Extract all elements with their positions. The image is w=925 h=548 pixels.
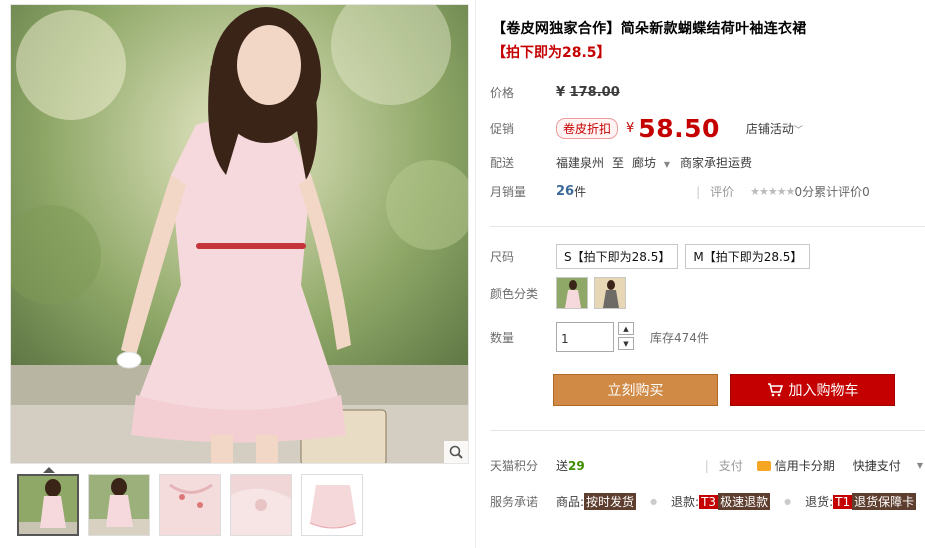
goods-label: 商品:	[556, 495, 585, 509]
thumbnail-strip	[17, 474, 363, 536]
section-divider	[490, 226, 925, 227]
service-row: 服务承诺 商品: 按时发货 ● 退款: T3 极速退款 ● 退货: T1 退货保障卡	[490, 493, 917, 510]
quantity-decrease-button[interactable]: ▼	[618, 337, 634, 350]
chevron-up-icon: ▲	[623, 324, 629, 333]
original-price: ¥ 178.00	[556, 85, 620, 100]
separator: |	[696, 184, 701, 199]
promo-price: 58.50	[638, 114, 720, 143]
service-label: 服务承诺	[490, 495, 539, 509]
payment-label: 支付	[718, 459, 743, 473]
product-subtitle: 【拍下即为28.5】	[492, 45, 611, 61]
thumbnail-image	[231, 475, 291, 535]
sales-row: 月销量 26 件 | 评价 ★★★★★ 0分累计评价0	[490, 183, 870, 200]
fast-refund-badge[interactable]: 极速退款	[718, 493, 771, 510]
return-mark: T1	[833, 494, 853, 509]
color-swatch-pink[interactable]	[556, 277, 588, 309]
swatch-image	[557, 278, 587, 308]
shipping-row: 配送 福建泉州 至 廊坊 ▼ 商家承担运费	[490, 154, 752, 171]
return-guarantee-badge[interactable]: 退货保障卡	[852, 493, 917, 510]
return-label: 退货:	[805, 495, 834, 509]
sales-label: 月销量	[490, 185, 527, 199]
on-time-delivery-badge[interactable]: 按时发货	[584, 493, 637, 510]
product-title: 【卷皮网独家合作】简朵新款蝴蝶结荷叶袖连衣裙	[492, 21, 807, 37]
stock-text: 库存474件	[650, 330, 709, 345]
section-divider	[490, 430, 925, 431]
model-photo	[11, 5, 468, 463]
rating-text[interactable]: 0分累计评价0	[794, 183, 869, 200]
quantity-stepper: ▲ ▼	[618, 322, 634, 352]
chevron-down-icon[interactable]: ▼	[917, 461, 923, 470]
sales-unit: 件	[574, 185, 587, 199]
sales-count: 26	[556, 184, 575, 199]
size-row: 尺码 S【拍下即为28.5】 M【拍下即为28.5】	[490, 244, 817, 269]
promo-label: 促销	[490, 122, 515, 136]
active-thumb-pointer	[43, 467, 55, 473]
cart-icon	[767, 383, 783, 397]
shipping-label: 配送	[490, 156, 515, 170]
points-value: 29	[568, 458, 585, 473]
zoom-button[interactable]	[444, 441, 468, 463]
promo-tag: 卷皮折扣	[556, 118, 619, 139]
thumbnail-2[interactable]	[88, 474, 150, 536]
refund-mark: T3	[699, 494, 719, 509]
points-label: 天猫积分	[490, 459, 539, 473]
shipping-destination-select[interactable]: 廊坊 ▼	[632, 154, 670, 171]
color-label: 颜色分类	[490, 286, 539, 301]
chevron-down-icon: ▼	[623, 339, 629, 348]
refund-label: 退款:	[671, 495, 700, 509]
original-price-value: 178.00	[569, 85, 620, 100]
shipping-from: 福建泉州	[556, 156, 605, 170]
thumbnail-1[interactable]	[17, 474, 79, 536]
size-option-s[interactable]: S【拍下即为28.5】	[556, 244, 679, 269]
chevron-down-icon: ﹀	[793, 126, 803, 136]
size-label: 尺码	[490, 250, 515, 264]
original-price-currency: ¥	[556, 85, 566, 100]
star-icon: ★★★★★	[750, 185, 795, 198]
color-row: 颜色分类	[490, 277, 632, 309]
credit-installment-label: 信用卡分期	[774, 459, 835, 473]
product-info-panel: 【卷皮网独家合作】简朵新款蝴蝶结荷叶袖连衣裙 【拍下即为28.5】 价格 ¥ 1…	[475, 0, 925, 548]
thumbnail-image	[302, 475, 362, 535]
zoom-icon	[449, 445, 463, 459]
buy-now-button[interactable]: 立刻购买	[553, 374, 718, 406]
thumbnail-image	[160, 475, 220, 535]
main-product-image[interactable]	[10, 4, 469, 464]
shipping-to-word: 至	[612, 156, 625, 170]
quick-pay[interactable]: 快捷支付	[853, 457, 901, 474]
chevron-down-icon: ▼	[663, 160, 671, 169]
credit-installment[interactable]: 信用卡分期	[756, 457, 835, 474]
color-swatch-gray[interactable]	[594, 277, 626, 309]
quantity-label: 数量	[490, 330, 515, 345]
buy-now-label: 立刻购买	[607, 383, 664, 399]
dot-separator: ●	[784, 497, 792, 506]
price-label: 价格	[490, 86, 515, 100]
credit-card-icon	[756, 460, 771, 471]
thumbnail-5[interactable]	[301, 474, 363, 536]
quantity-increase-button[interactable]: ▲	[618, 322, 634, 335]
dot-separator: ●	[650, 497, 658, 506]
shop-activity-label: 店铺活动	[745, 122, 794, 136]
separator: |	[704, 458, 709, 473]
thumbnail-4[interactable]	[230, 474, 292, 536]
size-option-m[interactable]: M【拍下即为28.5】	[685, 244, 811, 269]
thumbnail-image	[19, 476, 77, 534]
points-row: 天猫积分 送 29 | 支付 信用卡分期 快捷支付 ▼	[490, 457, 923, 474]
promo-row: 促销 卷皮折扣 ¥ 58.50 店铺活动﹀	[490, 114, 803, 143]
shipping-fee: 商家承担运费	[680, 156, 753, 170]
add-to-cart-label: 加入购物车	[788, 383, 859, 399]
swatch-image	[595, 278, 625, 308]
rating-label: 评价	[710, 185, 735, 199]
quantity-input[interactable]: 1	[556, 322, 614, 352]
points-prefix: 送	[556, 459, 569, 473]
promo-currency: ¥	[626, 121, 635, 136]
shipping-destination: 廊坊	[632, 156, 657, 170]
add-to-cart-button[interactable]: 加入购物车	[730, 374, 895, 406]
quantity-row: 数量 1 ▲ ▼ 库存474件	[490, 322, 709, 352]
shop-activity-dropdown[interactable]: 店铺活动﹀	[746, 120, 803, 137]
thumbnail-image	[89, 475, 149, 535]
thumbnail-3[interactable]	[159, 474, 221, 536]
price-row: 价格 ¥ 178.00	[490, 84, 620, 101]
